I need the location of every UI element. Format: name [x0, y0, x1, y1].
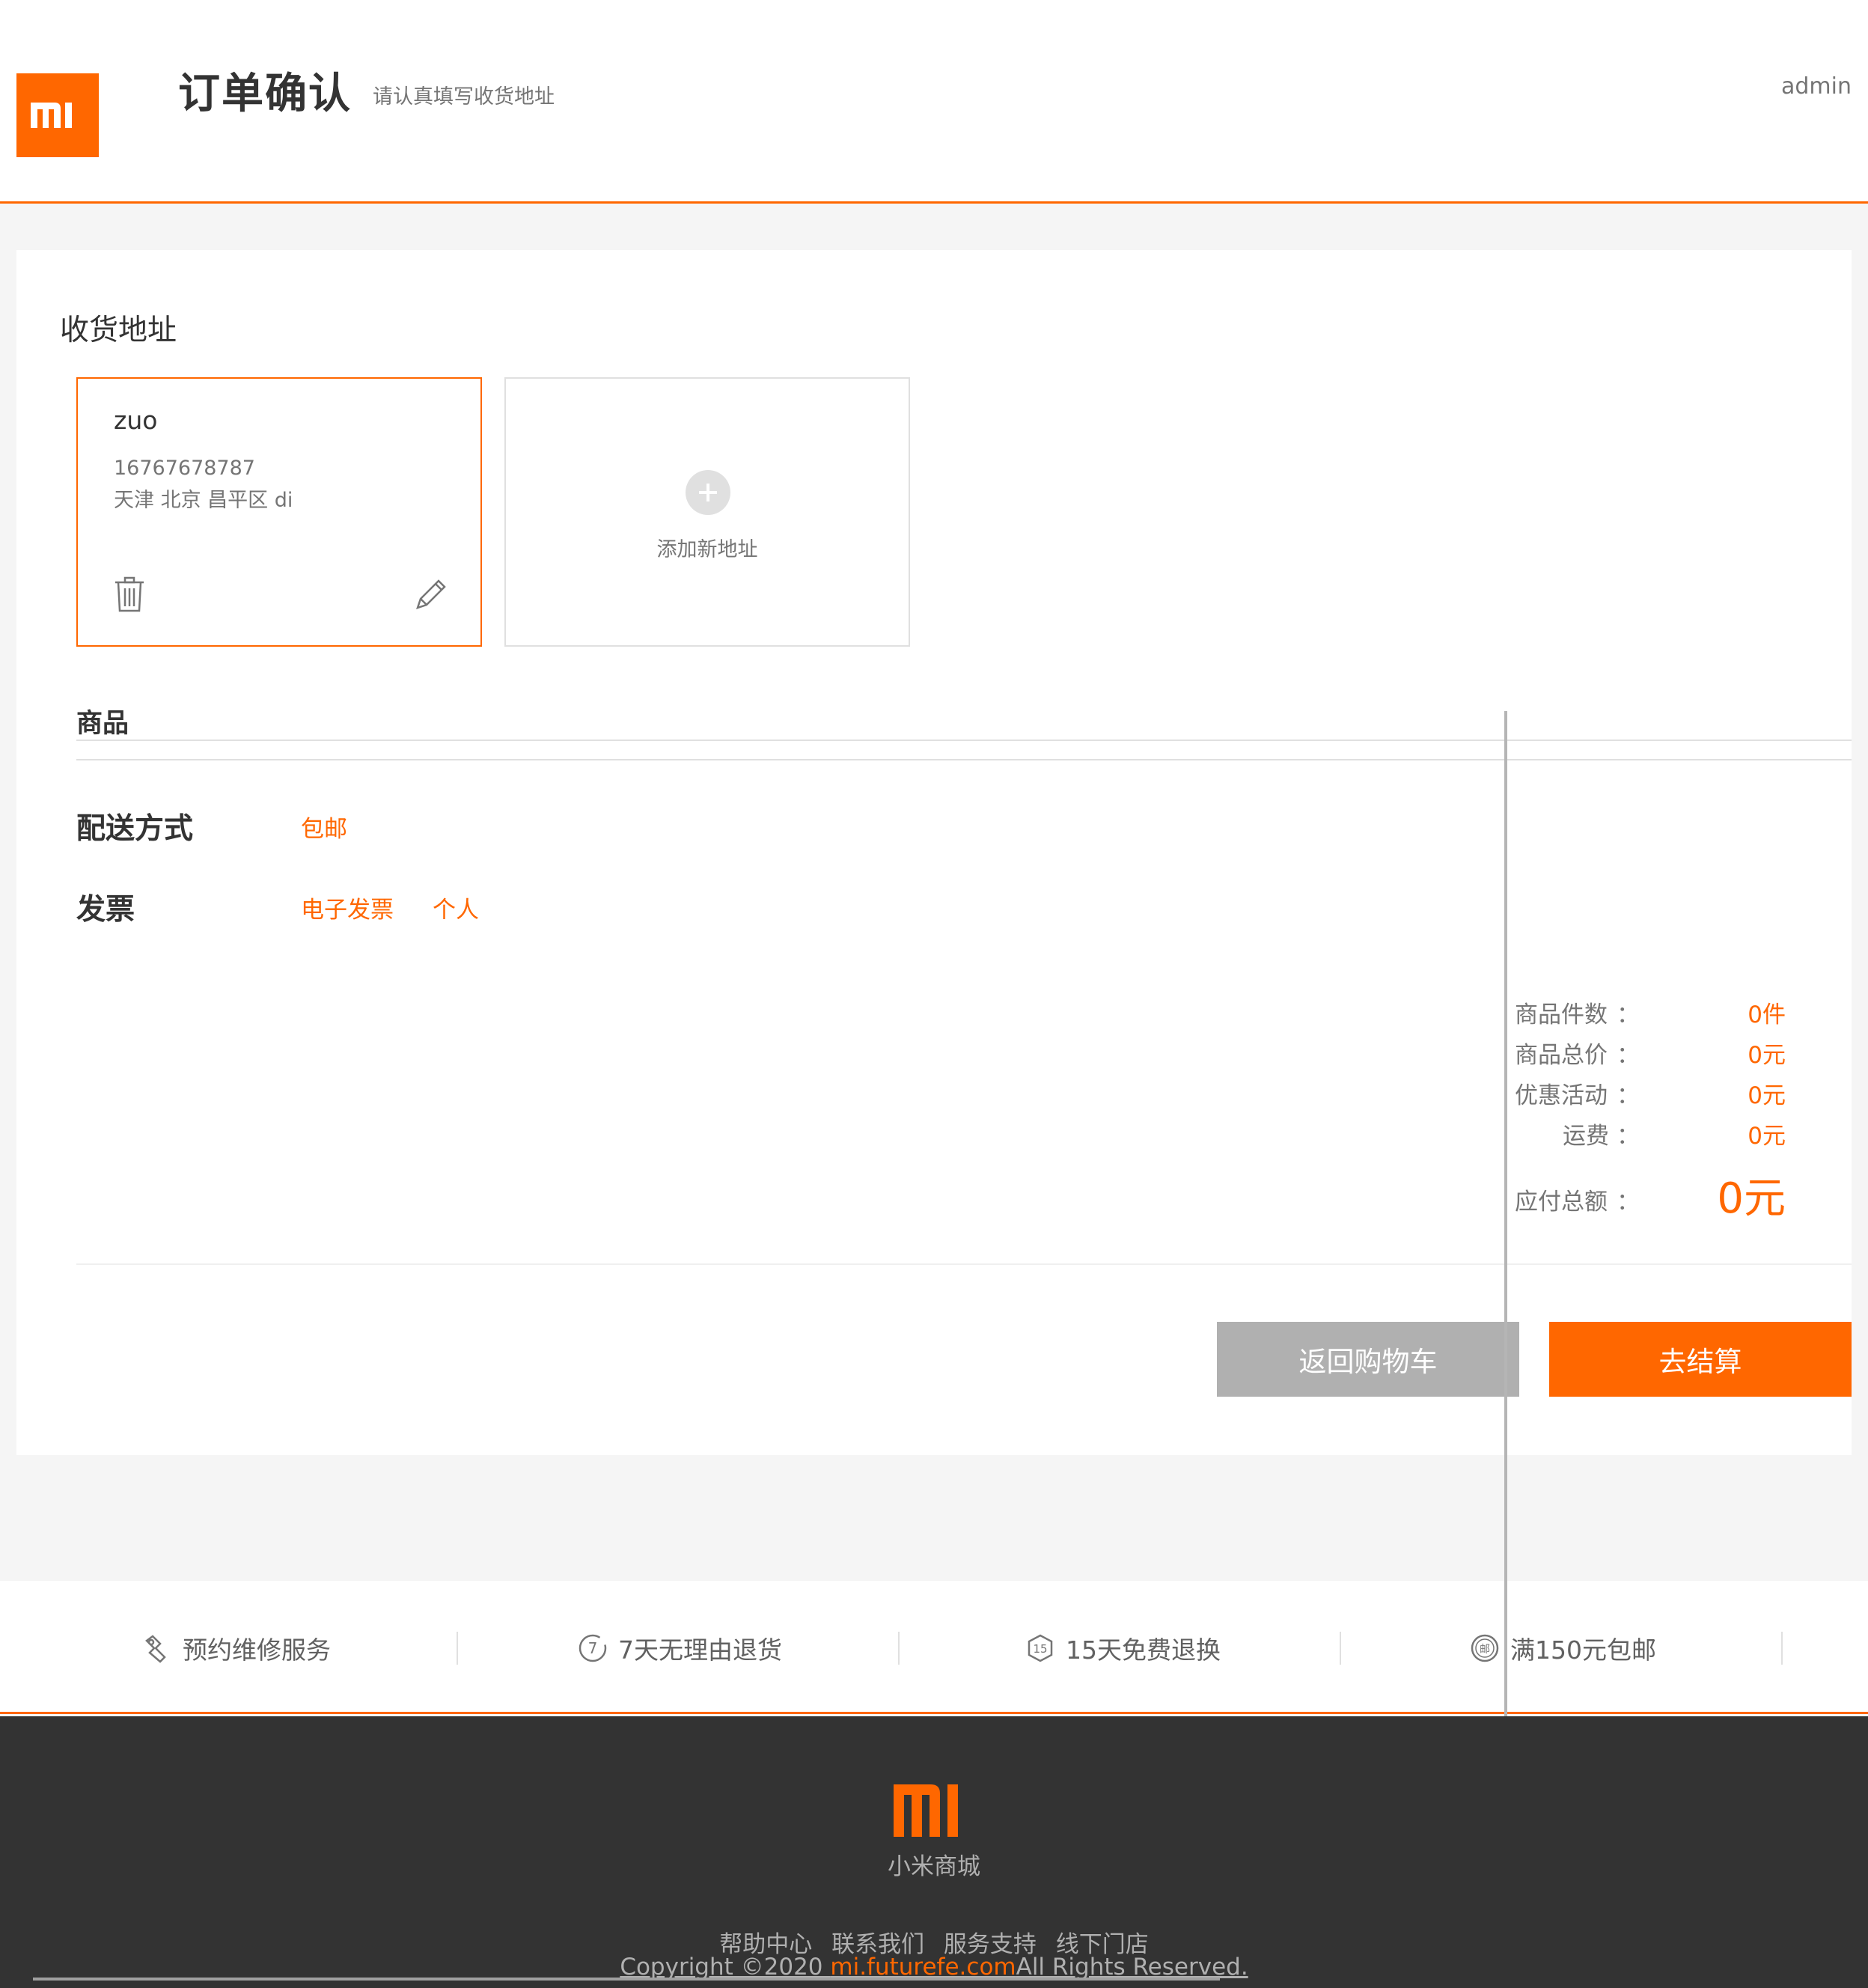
summary-price-value: 0元: [1748, 1042, 1786, 1069]
summary-discount-value: 0元: [1748, 1082, 1786, 1109]
address-detail: 天津 北京 昌平区 di: [114, 489, 293, 512]
summary-colon: ：: [1617, 1082, 1640, 1109]
summary-total-label: 应付总额: [1515, 1189, 1608, 1216]
svg-text:15: 15: [1033, 1642, 1047, 1656]
checkout-button[interactable]: 去结算: [1549, 1322, 1852, 1397]
summary-colon: ：: [1617, 1042, 1640, 1069]
goods-section-title: 商品: [76, 709, 129, 739]
invoice-label: 发票: [76, 893, 135, 927]
summary-total-value: 0元: [1717, 1174, 1786, 1223]
plus-icon: [686, 470, 730, 515]
delivery-value: 包邮: [301, 816, 347, 843]
service-item-shipping[interactable]: 邮 满150元包邮: [1470, 1632, 1656, 1665]
scrollbar[interactable]: [33, 1978, 1220, 1981]
service-item-repair[interactable]: 预约维修服务: [142, 1632, 331, 1665]
back-to-cart-button[interactable]: 返回购物车: [1217, 1322, 1519, 1397]
trash-icon[interactable]: [114, 576, 145, 612]
invoice-holder-link[interactable]: 个人: [433, 891, 479, 924]
wrench-icon: [145, 1635, 166, 1663]
svg-text:7: 7: [588, 1639, 598, 1657]
mi-logo-icon[interactable]: [16, 73, 99, 157]
service-item-return[interactable]: 7 7天无理由退货: [578, 1632, 782, 1665]
pencil-icon[interactable]: [415, 576, 448, 611]
site-link[interactable]: mi.futurefe.com: [830, 1954, 1016, 1981]
delivery-label: 配送方式: [76, 812, 194, 846]
divider: [76, 759, 1852, 760]
seven-days-icon: 7: [579, 1634, 607, 1662]
footer-copyright: Copyright ©2020 mi.futurefe.comAll Right…: [0, 1954, 1868, 1981]
summary-price-label: 商品总价: [1515, 1042, 1608, 1069]
divider: [898, 1632, 900, 1665]
summary-colon: ：: [1617, 1123, 1640, 1150]
page-subtitle: 请认真填写收货地址: [373, 85, 555, 109]
page-header: 订单确认 请认真填写收货地址 admin: [0, 0, 1868, 204]
summary-colon: ：: [1617, 1189, 1640, 1216]
add-address-label: 添加新地址: [656, 538, 758, 561]
divider: [457, 1632, 458, 1665]
user-name-link[interactable]: admin: [1781, 73, 1852, 100]
summary-shipping-label: 运费: [1563, 1123, 1609, 1150]
service-label: 预约维修服务: [183, 1635, 331, 1665]
summary-count-value: 0件: [1748, 1001, 1786, 1028]
service-label: 7天无理由退货: [618, 1635, 782, 1665]
divider: [1340, 1632, 1341, 1665]
service-label: 15天免费退换: [1066, 1635, 1221, 1665]
divider: [76, 740, 1852, 741]
fifteen-days-icon: 15: [1028, 1634, 1053, 1662]
address-card-selected[interactable]: zuo 16767678787 天津 北京 昌平区 di: [76, 377, 482, 647]
divider: [1781, 1632, 1783, 1665]
copyright-prefix: Copyright ©2020: [620, 1954, 831, 1981]
mi-logo-icon[interactable]: [894, 1784, 976, 1840]
address-phone: 16767678787: [114, 457, 255, 480]
free-shipping-icon: 邮: [1471, 1634, 1499, 1662]
summary-shipping-value: 0元: [1748, 1123, 1786, 1150]
summary-discount-label: 优惠活动: [1515, 1082, 1608, 1109]
summary-colon: ：: [1617, 1001, 1640, 1028]
svg-text:邮: 邮: [1480, 1644, 1490, 1656]
add-address-card[interactable]: 添加新地址: [504, 377, 910, 647]
copyright-suffix: All Rights Reserved.: [1016, 1954, 1248, 1981]
service-item-exchange[interactable]: 15 15天免费退换: [1025, 1632, 1221, 1665]
divider: [76, 1263, 1852, 1265]
address-section-title: 收货地址: [60, 314, 177, 347]
address-name: zuo: [114, 406, 158, 435]
summary-count-label: 商品件数: [1515, 1001, 1608, 1028]
footer-brand: 小米商城: [888, 1853, 980, 1880]
page-title: 订单确认: [178, 70, 352, 118]
invoice-type-link[interactable]: 电子发票: [301, 891, 394, 924]
service-label: 满150元包邮: [1510, 1635, 1656, 1665]
